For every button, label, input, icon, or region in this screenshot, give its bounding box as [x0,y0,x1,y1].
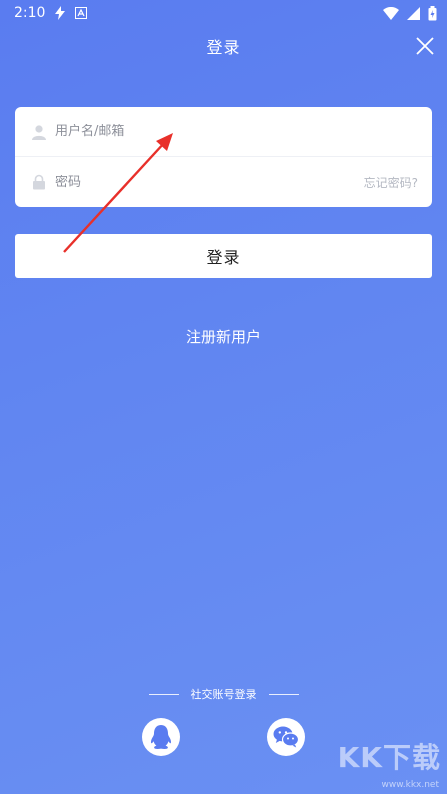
social-login-label: 社交账号登录 [190,688,257,701]
close-icon[interactable] [413,34,437,58]
header: 登录 [0,28,447,64]
social-login-title: 社交账号登录 [0,686,447,702]
watermark-logo: KK下载 [337,741,441,774]
password-input[interactable] [55,174,364,190]
a-badge-icon [75,7,88,19]
status-time: 2:10 [14,5,46,21]
qq-icon [150,725,172,749]
status-left: 2:10 [14,5,88,21]
login-button[interactable]: 登录 [15,234,432,278]
battery-icon [428,5,437,20]
divider-left [148,693,179,695]
lock-icon [33,174,45,190]
username-row [15,107,432,157]
password-row: 忘记密码? [15,157,432,207]
wechat-login-button[interactable] [267,718,305,756]
login-form-card: 忘记密码? [15,107,432,207]
forgot-password-link[interactable]: 忘记密码? [364,174,418,191]
wifi-icon [383,6,399,20]
username-input[interactable] [55,124,418,139]
status-right [383,5,437,21]
signal-icon [407,6,420,20]
register-link[interactable]: 注册新用户 [0,326,447,347]
watermark-url: www.kkx.net [381,780,440,790]
flash-icon [55,6,66,20]
user-icon [32,124,46,140]
page-title: 登录 [206,38,241,57]
divider-right [268,693,299,695]
wechat-icon [273,726,299,748]
status-bar: 2:10 [0,0,447,26]
qq-login-button[interactable] [142,718,180,756]
